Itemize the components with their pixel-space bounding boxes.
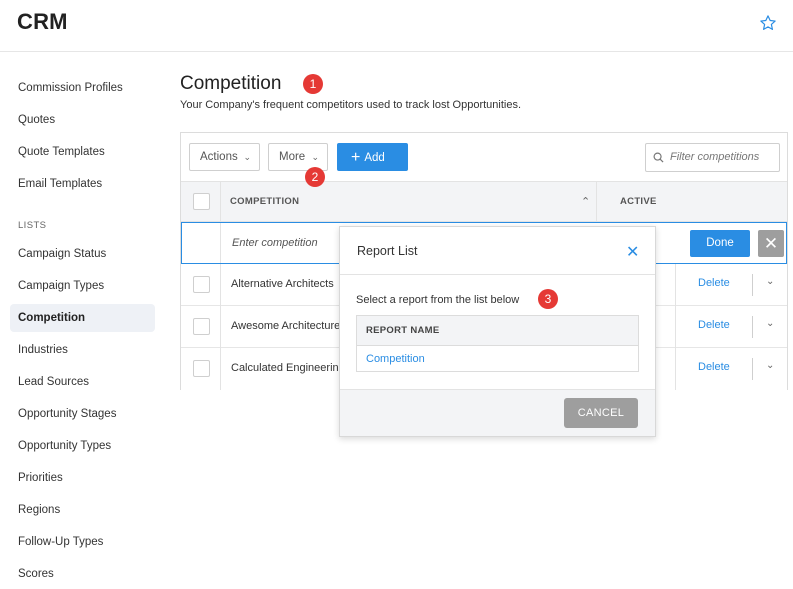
column-divider xyxy=(220,182,221,221)
sidebar-item-email-templates[interactable]: Email Templates xyxy=(10,170,155,198)
report-list-dialog: Report List ✕ Select a report from the l… xyxy=(339,226,656,437)
sidebar-item-campaign-status[interactable]: Campaign Status xyxy=(10,240,155,268)
column-divider xyxy=(220,306,221,348)
column-header-competition[interactable]: COMPETITION xyxy=(230,196,299,207)
dialog-title: Report List xyxy=(357,244,418,258)
sidebar-item-opportunity-stages[interactable]: Opportunity Stages xyxy=(10,400,155,428)
divider xyxy=(752,358,753,380)
delete-link[interactable]: Delete xyxy=(698,277,730,289)
column-header-active[interactable]: ACTIVE xyxy=(620,196,657,207)
chevron-down-icon[interactable]: ⌄ xyxy=(766,318,774,329)
callout-badge-2: 2 xyxy=(305,167,325,187)
callout-badge-1: 1 xyxy=(303,74,323,94)
row-checkbox[interactable] xyxy=(193,276,210,293)
competition-name: Alternative Architects xyxy=(231,278,334,290)
competition-name: Calculated Engineering xyxy=(231,362,345,374)
column-divider xyxy=(675,348,676,390)
table-header: COMPETITION ⌃ ACTIVE xyxy=(181,181,787,222)
chevron-down-icon[interactable]: ⌄ xyxy=(766,276,774,287)
divider xyxy=(752,274,753,296)
delete-link[interactable]: Delete xyxy=(698,361,730,373)
dialog-prompt: Select a report from the list below xyxy=(356,294,520,306)
column-divider xyxy=(596,182,597,221)
sidebar-item-quotes[interactable]: Quotes xyxy=(10,106,155,134)
row-checkbox[interactable] xyxy=(193,318,210,335)
sidebar-item-opportunity-types[interactable]: Opportunity Types xyxy=(10,432,155,460)
callout-badge-3: 3 xyxy=(538,289,558,309)
delete-link[interactable]: Delete xyxy=(698,319,730,331)
sidebar-item-competition[interactable]: Competition xyxy=(10,304,155,332)
sidebar-item-industries[interactable]: Industries xyxy=(10,336,155,364)
column-divider xyxy=(220,264,221,306)
sidebar-item-campaign-types[interactable]: Campaign Types xyxy=(10,272,155,300)
competition-name: Awesome Architecture xyxy=(231,320,341,332)
star-icon[interactable] xyxy=(759,14,777,32)
column-divider xyxy=(675,264,676,306)
dialog-footer: CANCEL xyxy=(340,389,655,436)
report-table: REPORT NAME Competition xyxy=(356,315,639,372)
sidebar-item-scores[interactable]: Scores xyxy=(10,560,155,588)
column-divider xyxy=(220,223,221,263)
filter-input[interactable]: Filter competitions xyxy=(645,143,780,172)
close-icon[interactable]: ✕ xyxy=(758,230,784,257)
column-header-report-name: REPORT NAME xyxy=(357,316,638,346)
sidebar-item-quote-templates[interactable]: Quote Templates xyxy=(10,138,155,166)
dialog-header: Report List ✕ xyxy=(340,227,655,275)
search-icon xyxy=(653,152,664,163)
app-title: CRM xyxy=(17,9,68,34)
add-button[interactable]: + Add xyxy=(337,143,408,171)
sidebar-item-lead-sources[interactable]: Lead Sources xyxy=(10,368,155,396)
report-link[interactable]: Competition xyxy=(366,353,425,365)
actions-button[interactable]: Actions ⌄ xyxy=(189,143,260,171)
sidebar-item-follow-up-types[interactable]: Follow-Up Types xyxy=(10,528,155,556)
done-button[interactable]: Done xyxy=(690,230,750,257)
more-button[interactable]: More ⌄ xyxy=(268,143,328,171)
chevron-down-icon: ⌄ xyxy=(243,152,251,162)
column-divider xyxy=(675,306,676,348)
plus-icon: + xyxy=(351,149,361,166)
page-subtitle: Your Company's frequent competitors used… xyxy=(180,99,522,111)
sidebar-item-priorities[interactable]: Priorities xyxy=(10,464,155,492)
sidebar-section-label: LISTS xyxy=(18,220,47,231)
sort-ascending-icon[interactable]: ⌃ xyxy=(581,195,590,208)
page-title: Competition xyxy=(180,73,282,94)
competition-name-input[interactable]: Enter competition xyxy=(232,237,318,249)
sidebar-item-commission-profiles[interactable]: Commission Profiles xyxy=(10,74,155,102)
close-icon[interactable]: ✕ xyxy=(626,242,639,262)
cancel-button[interactable]: CANCEL xyxy=(564,398,638,428)
row-checkbox[interactable] xyxy=(193,360,210,377)
sidebar-item-regions[interactable]: Regions xyxy=(10,496,155,524)
column-divider xyxy=(220,348,221,390)
divider xyxy=(752,316,753,338)
select-all-checkbox[interactable] xyxy=(193,193,210,210)
toolbar: Actions ⌄ More ⌄ + Add Filter competition… xyxy=(181,133,787,181)
chevron-down-icon[interactable]: ⌄ xyxy=(766,360,774,371)
top-bar: CRM xyxy=(0,0,793,52)
